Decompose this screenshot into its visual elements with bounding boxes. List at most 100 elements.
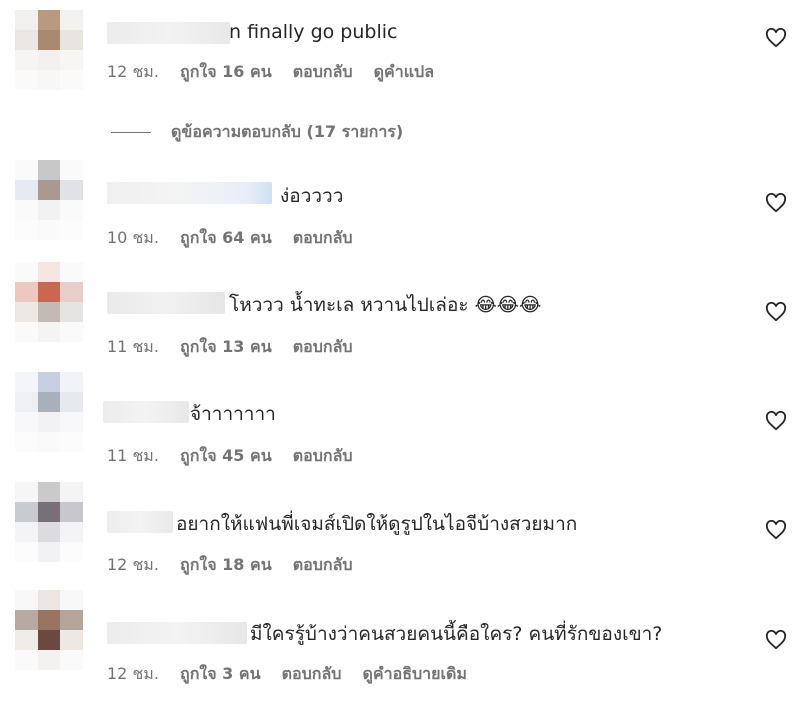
likes-count[interactable]: ถูกใจ 3 คน <box>180 664 260 683</box>
likes-count[interactable]: ถูกใจ 13 คน <box>180 337 272 356</box>
avatar-pixel <box>60 50 83 70</box>
avatar[interactable] <box>15 262 83 342</box>
avatar-pixel <box>60 432 83 452</box>
comment-meta: 10 ชม. ถูกใจ 64 คน ตอบกลับ <box>107 226 369 251</box>
see-translation-button[interactable]: ดูคำแปล <box>374 62 434 81</box>
heart-icon[interactable] <box>765 193 787 213</box>
heart-icon[interactable] <box>765 520 787 540</box>
avatar-pixel <box>60 542 83 562</box>
avatar-pixel <box>15 282 38 302</box>
avatar-pixel <box>37 372 61 392</box>
reply-button[interactable]: ตอบกลับ <box>293 337 353 356</box>
avatar-pixel <box>60 372 83 392</box>
comment-text: อยากให้แฟนพี่เจมส์เปิดให้ดูรูปในไอจีบ้าง… <box>176 513 578 535</box>
reply-button[interactable]: ตอบกลับ <box>293 228 353 247</box>
avatar-pixel <box>37 220 61 240</box>
avatar-pixel <box>15 630 38 650</box>
avatar-pixel <box>60 160 83 180</box>
comment-meta: 12 ชม. ถูกใจ 18 คน ตอบกลับ <box>107 553 369 578</box>
avatar-pixel <box>60 482 83 502</box>
avatar[interactable] <box>15 372 83 452</box>
avatar-pixel <box>15 392 38 412</box>
avatar-pixel <box>15 482 38 502</box>
reply-button[interactable]: ตอบกลับ <box>293 555 353 574</box>
see-original-button[interactable]: ดูคำอธิบายเดิม <box>363 664 467 683</box>
likes-count[interactable]: ถูกใจ 16 คน <box>180 62 272 81</box>
comment-meta: 11 ชม. ถูกใจ 13 คน ตอบกลับ <box>107 335 369 360</box>
username[interactable] <box>107 22 230 44</box>
username[interactable] <box>107 511 173 533</box>
comment-meta: 12 ชม. ถูกใจ 16 คน ตอบกลับ ดูคำแปล <box>107 60 450 85</box>
comment-text: จ้าาาาาาา <box>190 403 276 425</box>
avatar-pixel <box>60 392 83 412</box>
comment-time: 12 ชม. <box>107 664 159 683</box>
username[interactable] <box>107 622 247 644</box>
comment-text: มีใครรู้บ้างว่าคนสวยคนนี้คือใคร? คนที่รั… <box>250 623 663 645</box>
avatar-pixel <box>15 650 38 670</box>
comment-time: 12 ชม. <box>107 62 159 81</box>
avatar-pixel <box>37 322 61 342</box>
avatar-pixel <box>60 200 83 220</box>
avatar-pixel <box>60 10 83 30</box>
comment-time: 11 ชม. <box>107 446 159 465</box>
avatar-pixel <box>37 590 61 610</box>
avatar-pixel <box>37 302 61 322</box>
avatar-pixel <box>60 630 83 650</box>
avatar-pixel <box>37 432 61 452</box>
username[interactable] <box>107 292 225 314</box>
avatar-pixel <box>15 10 38 30</box>
replies-line <box>111 132 151 133</box>
avatar[interactable] <box>15 10 83 90</box>
avatar-pixel <box>37 650 61 670</box>
avatar-pixel <box>60 30 83 50</box>
avatar-pixel <box>60 502 83 522</box>
avatar-pixel <box>37 502 61 522</box>
comment-text: โหววว น้ำทะเล หวานไปเล่อะ 😂😂😂 <box>229 294 542 316</box>
comment-time: 12 ชม. <box>107 555 159 574</box>
reply-button[interactable]: ตอบกลับ <box>282 664 342 683</box>
avatar-pixel <box>60 282 83 302</box>
reply-button[interactable]: ตอบกลับ <box>293 446 353 465</box>
avatar-pixel <box>60 220 83 240</box>
likes-count[interactable]: ถูกใจ 45 คน <box>180 446 272 465</box>
comment-time: 11 ชม. <box>107 337 159 356</box>
avatar-pixel <box>60 590 83 610</box>
avatar[interactable] <box>15 482 83 562</box>
avatar-pixel <box>60 262 83 282</box>
avatar-pixel <box>15 322 38 342</box>
comment-text: ง่อวววว <box>280 185 344 207</box>
username[interactable] <box>103 401 189 423</box>
avatar-pixel <box>15 160 38 180</box>
heart-icon[interactable] <box>765 302 787 322</box>
avatar-pixel <box>37 70 61 90</box>
avatar-pixel <box>60 70 83 90</box>
avatar-pixel <box>37 262 61 282</box>
likes-count[interactable]: ถูกใจ 64 คน <box>180 228 272 247</box>
avatar-pixel <box>15 610 38 630</box>
avatar-pixel <box>60 522 83 542</box>
heart-icon[interactable] <box>765 411 787 431</box>
avatar[interactable] <box>15 590 83 670</box>
avatar-pixel <box>37 200 61 220</box>
avatar-pixel <box>15 372 38 392</box>
avatar-pixel <box>15 262 38 282</box>
view-replies-button[interactable]: ดูข้อความตอบกลับ (17 รายการ) <box>111 120 403 145</box>
avatar-pixel <box>37 392 61 412</box>
comment-meta: 12 ชม. ถูกใจ 3 คน ตอบกลับ ดูคำอธิบายเดิม <box>107 662 483 687</box>
username[interactable] <box>107 182 272 204</box>
avatar-pixel <box>15 302 38 322</box>
avatar-pixel <box>60 650 83 670</box>
comment-meta: 11 ชม. ถูกใจ 45 คน ตอบกลับ <box>107 444 369 469</box>
avatar[interactable] <box>15 160 83 240</box>
reply-button[interactable]: ตอบกลับ <box>293 62 353 81</box>
avatar-pixel <box>15 180 38 200</box>
avatar-pixel <box>37 412 61 432</box>
avatar-pixel <box>37 10 61 30</box>
avatar-pixel <box>15 70 38 90</box>
view-replies-label: ดูข้อความตอบกลับ (17 รายการ) <box>171 122 404 141</box>
heart-icon[interactable] <box>765 630 787 650</box>
heart-icon[interactable] <box>765 28 787 48</box>
avatar-pixel <box>15 432 38 452</box>
likes-count[interactable]: ถูกใจ 18 คน <box>180 555 272 574</box>
avatar-pixel <box>37 482 61 502</box>
